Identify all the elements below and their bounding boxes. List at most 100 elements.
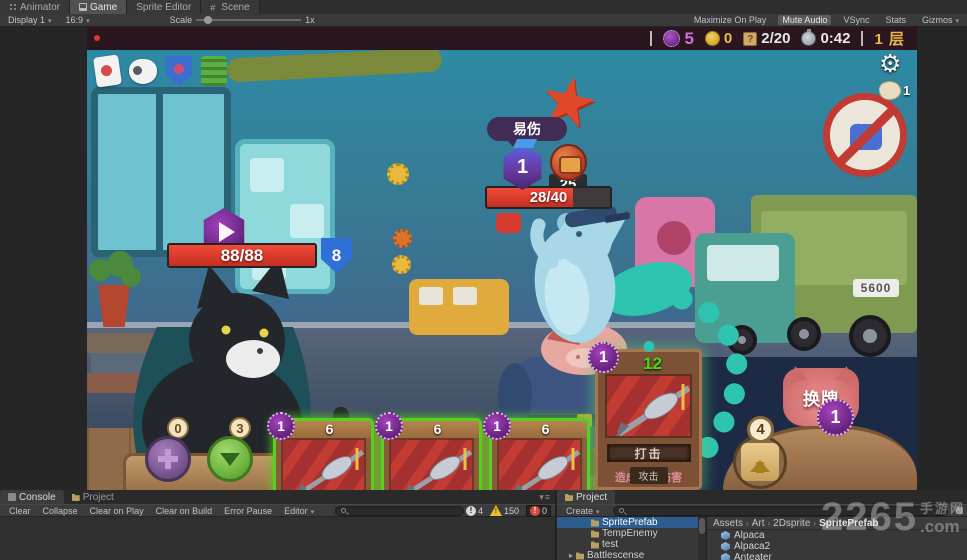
floor-indicator: 1 层	[874, 28, 905, 49]
tree-label: SpritePrefab	[602, 517, 658, 528]
editor-tab-bar: Animator Game Sprite Editor Scene	[0, 0, 967, 14]
project-folder-tree: SpritePrefab TempEnemy test Battlescense	[557, 517, 707, 560]
vsync-button[interactable]: VSync	[839, 15, 873, 25]
panel-menu-icon[interactable]	[539, 492, 551, 503]
clear-on-play-button[interactable]: Clear on Play	[85, 506, 149, 516]
gizmos-button[interactable]: Gizmos	[918, 15, 963, 25]
discard-pile-button[interactable]: 3	[207, 417, 253, 482]
create-dropdown[interactable]: Create	[561, 506, 605, 516]
stats-button[interactable]: Stats	[881, 15, 910, 25]
up-arrow-icon	[748, 450, 772, 474]
scroll-counter[interactable]: 1	[879, 81, 910, 100]
folder-icon	[591, 519, 599, 527]
breadcrumb: Assets › Art › 2Dsprite › SpritePrefab	[707, 517, 967, 530]
project-options-icon[interactable]	[956, 507, 963, 514]
timer: 0:42	[801, 30, 850, 47]
asset-label: Alpaca2	[734, 541, 770, 552]
coin-count: 0	[724, 30, 732, 47]
scale-knob[interactable]	[204, 16, 212, 24]
breadcrumb-separator: ›	[813, 519, 816, 528]
asset-item-alpaca[interactable]: Alpaca	[707, 530, 967, 541]
aspect-dropdown[interactable]: 16:9	[62, 15, 94, 25]
draw-pile-icon	[145, 436, 191, 482]
tree-item-spriteprefab[interactable]: SpritePrefab	[557, 517, 706, 528]
tab-scene[interactable]: Scene	[201, 0, 259, 14]
hand-card[interactable]: 1 6	[273, 418, 374, 490]
hand-card[interactable]: 1 6	[381, 418, 482, 490]
arrow-button-face	[741, 443, 779, 481]
tree-item-battlescense[interactable]: Battlescense	[557, 550, 706, 560]
tree-scrollbar[interactable]	[698, 517, 706, 560]
project-search-input[interactable]	[613, 506, 948, 516]
clear-button[interactable]: Clear	[4, 506, 36, 516]
breadcrumb-separator: ›	[767, 519, 770, 528]
tab-console[interactable]: Console	[0, 490, 64, 504]
tree-item-tempenemy[interactable]: TempEnemy	[557, 528, 706, 539]
asset-item-anteater[interactable]: Anteater	[707, 552, 967, 560]
coin-icon	[705, 31, 720, 46]
folder-icon	[591, 530, 599, 538]
player-health-bar: 88/88	[167, 243, 317, 268]
down-arrow-icon	[220, 453, 240, 476]
clear-on-build-button[interactable]: Clear on Build	[151, 506, 218, 516]
console-search-input[interactable]	[335, 506, 464, 516]
tab-animator[interactable]: Animator	[0, 0, 70, 14]
folder-icon	[591, 541, 599, 549]
tab-sprite-editor[interactable]: Sprite Editor	[127, 0, 201, 14]
tab-game[interactable]: Game	[70, 0, 127, 14]
info-count: 4	[478, 506, 483, 516]
tab-label: Sprite Editor	[136, 2, 191, 13]
tree-label: TempEnemy	[602, 528, 658, 539]
maximize-on-play-button[interactable]: Maximize On Play	[690, 15, 771, 25]
active-card-strike[interactable]: 1 12 打击 造成12点伤害 攻击	[595, 349, 702, 490]
card-hand: 1 6 1 6 1 6	[273, 418, 590, 490]
pet-card-icon[interactable]	[93, 54, 122, 87]
card-cost-badge: 1	[483, 412, 511, 440]
tree-item-test[interactable]: test	[557, 539, 706, 550]
collapse-button[interactable]: Collapse	[38, 506, 83, 516]
error-count-toggle[interactable]: 0	[526, 505, 551, 517]
green-deck-icon[interactable]	[201, 56, 227, 86]
console-tab-bar: Console Project	[0, 490, 555, 504]
end-turn-button[interactable]	[733, 435, 787, 489]
tab-project-left[interactable]: Project	[64, 490, 122, 504]
breadcrumb-assets[interactable]: Assets	[713, 518, 743, 529]
settings-gear-icon[interactable]	[879, 49, 901, 79]
mute-audio-button[interactable]: Mute Audio	[778, 15, 831, 25]
card-art	[497, 438, 582, 490]
asset-item-alpaca2[interactable]: Alpaca2	[707, 541, 967, 552]
tab-project[interactable]: Project	[557, 490, 615, 504]
animator-icon	[9, 3, 17, 11]
console-log-area[interactable]	[0, 517, 555, 560]
breadcrumb-spriteprefab[interactable]: SpritePrefab	[819, 518, 878, 529]
pet-head-icon[interactable]	[129, 59, 157, 84]
tab-label: Game	[90, 2, 117, 13]
coin-counter: 0	[705, 30, 732, 47]
editor-dropdown[interactable]: Editor	[279, 506, 319, 516]
targeting-dot	[643, 341, 654, 352]
console-counts: 4 150 0	[466, 505, 551, 517]
scroll-count: 1	[903, 83, 910, 98]
card-damage-value: 12	[643, 354, 662, 374]
game-icon	[79, 3, 87, 11]
info-icon	[466, 506, 476, 516]
info-count-toggle[interactable]: 4	[466, 506, 483, 516]
asset-label: Anteater	[734, 552, 772, 560]
console-icon	[8, 493, 16, 501]
plus-icon	[158, 449, 178, 469]
tree-label: test	[602, 539, 618, 550]
breadcrumb-2dsprite[interactable]: 2Dsprite	[773, 518, 810, 529]
scale-slider[interactable]	[196, 19, 301, 21]
warning-count-toggle[interactable]: 150	[490, 505, 519, 516]
breadcrumb-art[interactable]: Art	[752, 518, 765, 529]
gem-count: 5	[684, 29, 693, 49]
display-dropdown[interactable]: Display 1	[4, 15, 56, 25]
tab-label: Console	[19, 492, 56, 503]
expand-caret-icon[interactable]	[569, 551, 573, 560]
flower-shield-icon[interactable]	[166, 56, 192, 86]
hand-card[interactable]: 1 6	[489, 418, 590, 490]
draw-pile-button[interactable]: 0	[145, 417, 191, 482]
error-pause-button[interactable]: Error Pause	[219, 506, 277, 516]
card-value: 6	[542, 421, 550, 438]
card-name: 打击	[607, 444, 691, 462]
